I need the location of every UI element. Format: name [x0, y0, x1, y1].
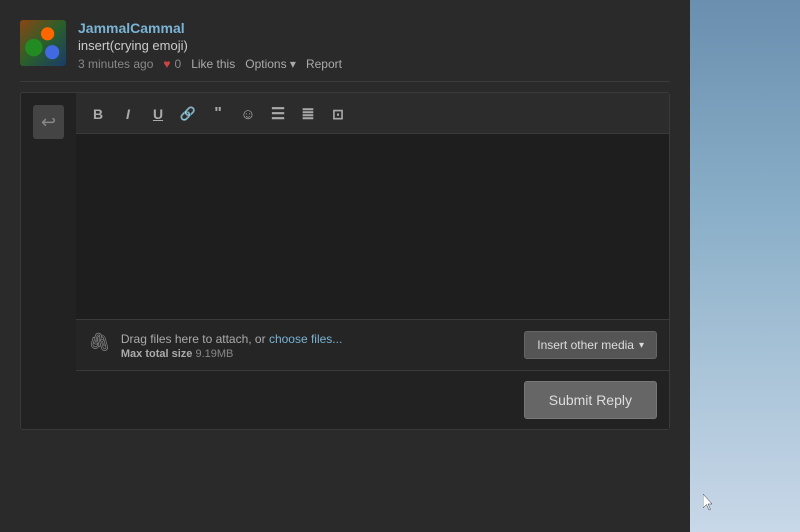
sky-background	[680, 0, 800, 532]
toolbar: B I U 🔗 " ☺ ☰ ≣ ⊡	[76, 93, 669, 134]
ordered-list-button[interactable]: ≣	[294, 101, 322, 127]
image-button[interactable]: ⊡	[324, 101, 352, 127]
editor-avatar: ↩	[33, 105, 64, 139]
heart-icon: ♥	[163, 57, 170, 71]
comment-body: JammalCammal insert(crying emoji) 3 minu…	[78, 20, 670, 71]
link-button[interactable]: 🔗	[174, 101, 202, 127]
bold-button[interactable]: B	[84, 101, 112, 127]
insert-media-button[interactable]: Insert other media ▾	[524, 331, 657, 359]
editor-main: B I U 🔗 " ☺ ☰ ≣ ⊡	[76, 93, 669, 429]
avatar	[20, 20, 66, 66]
username: JammalCammal	[78, 20, 670, 36]
attach-section: 🖇 Drag files here to attach, or choose f…	[76, 319, 669, 370]
max-size: Max total size 9.19MB	[121, 348, 342, 360]
likes-count: 0	[175, 57, 182, 71]
like-this-button[interactable]: Like this	[191, 57, 235, 71]
drag-instruction: Drag files here to attach, or	[121, 332, 269, 346]
report-button[interactable]: Report	[306, 57, 342, 71]
quote-button[interactable]: "	[204, 101, 232, 127]
comment-block: JammalCammal insert(crying emoji) 3 minu…	[20, 10, 670, 82]
reply-editor: ↩ B I U 🔗 " ☺	[20, 92, 670, 430]
options-button[interactable]: Options ▾	[245, 57, 296, 71]
submit-section: Submit Reply	[76, 370, 669, 429]
paperclip-icon: 🖇	[88, 332, 111, 353]
comment-text: insert(crying emoji)	[78, 38, 670, 53]
editor-avatar-area: ↩	[21, 93, 76, 151]
editor-row: ↩ B I U 🔗 " ☺	[21, 93, 669, 429]
likes: ♥ 0	[163, 57, 181, 71]
emoji-button[interactable]: ☺	[234, 101, 262, 127]
editor-area[interactable]	[76, 134, 669, 319]
attach-left: 🖇 Drag files here to attach, or choose f…	[88, 330, 342, 360]
submit-reply-button[interactable]: Submit Reply	[524, 381, 657, 419]
italic-button[interactable]: I	[114, 101, 142, 127]
avatar-icon: ↩	[41, 112, 56, 133]
timestamp: 3 minutes ago	[78, 57, 153, 71]
underline-button[interactable]: U	[144, 101, 172, 127]
main-content: JammalCammal insert(crying emoji) 3 minu…	[0, 0, 690, 532]
comment-meta: 3 minutes ago ♥ 0 Like this Options ▾ Re…	[78, 57, 670, 71]
unordered-list-button[interactable]: ☰	[264, 101, 292, 127]
choose-files-link[interactable]: choose files...	[269, 332, 342, 346]
attach-info: Drag files here to attach, or choose fil…	[121, 330, 342, 360]
dropdown-arrow-icon: ▾	[639, 340, 644, 351]
